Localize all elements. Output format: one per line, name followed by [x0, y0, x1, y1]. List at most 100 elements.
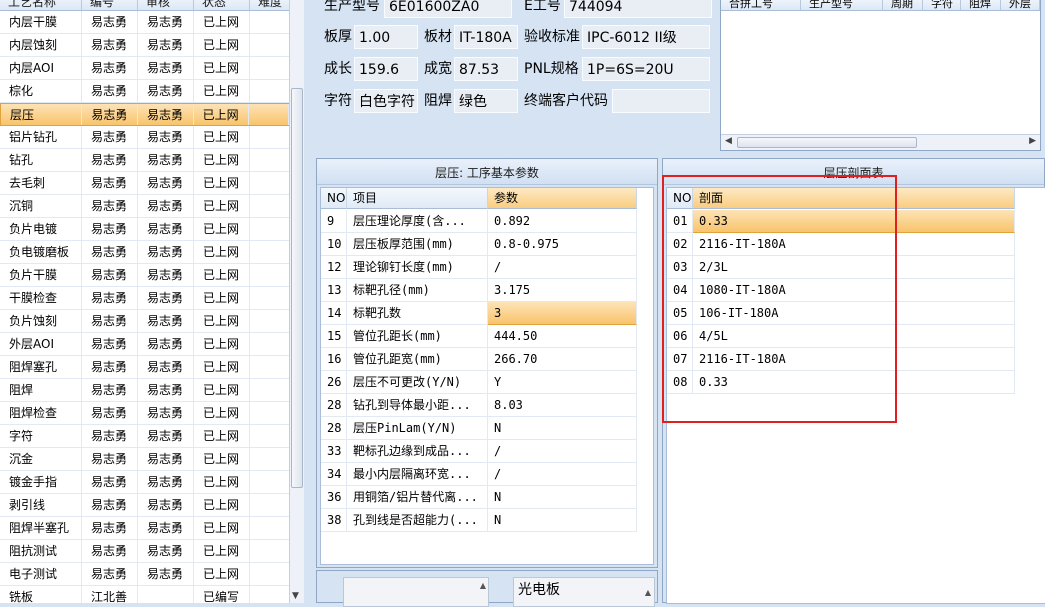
section-value: 1080-IT-180A: [693, 279, 1015, 302]
param-row[interactable]: 28 层压PinLam(Y/N) N: [321, 417, 637, 440]
mask-field[interactable]: 绿色: [454, 89, 518, 113]
section-row[interactable]: 01 0.33: [667, 210, 1015, 233]
width-field[interactable]: 87.53: [454, 57, 518, 81]
col-header-char[interactable]: 字符: [923, 0, 961, 10]
process-row[interactable]: 铣板 江北善 已编写: [0, 586, 289, 603]
process-row[interactable]: 镀金手指 易志勇 易志勇 已上网: [0, 471, 289, 494]
col-header-combined-job[interactable]: 合拼工号: [721, 0, 801, 10]
param-row[interactable]: 9 层压理论厚度(含... 0.892: [321, 210, 637, 233]
cell-review: 易志勇: [138, 425, 194, 447]
hscroll-thumb[interactable]: [737, 137, 917, 148]
process-row[interactable]: 负片干膜 易志勇 易志勇 已上网: [0, 264, 289, 287]
param-item: 管位孔距宽(mm): [347, 348, 488, 371]
section-row[interactable]: 02 2116-IT-180A: [667, 233, 1015, 256]
col-header-process[interactable]: 工艺名称: [0, 0, 82, 10]
col-header-code[interactable]: 编号: [82, 0, 138, 10]
scroll-right-arrow-icon[interactable]: ▶: [1029, 136, 1036, 146]
section-row[interactable]: 03 2/3L: [667, 256, 1015, 279]
process-row[interactable]: 铝片钻孔 易志勇 易志勇 已上网: [0, 126, 289, 149]
process-row[interactable]: 沉金 易志勇 易志勇 已上网: [0, 448, 289, 471]
col-header-section-no[interactable]: NO: [667, 188, 693, 209]
process-row[interactable]: 负电镀磨板 易志勇 易志勇 已上网: [0, 241, 289, 264]
param-row[interactable]: 28 钻孔到导体最小距... 8.03: [321, 394, 637, 417]
process-grid-scrollbar[interactable]: ▼: [289, 0, 304, 603]
param-row[interactable]: 12 理论铆钉长度(mm) /: [321, 256, 637, 279]
section-row[interactable]: 04 1080-IT-180A: [667, 279, 1015, 302]
process-row[interactable]: 层压 易志勇 易志勇 已上网: [0, 103, 289, 126]
process-row[interactable]: 干膜检查 易志勇 易志勇 已上网: [0, 287, 289, 310]
cell-process: 棕化: [0, 80, 82, 102]
pnl-field[interactable]: 1P=6S=20U: [582, 57, 710, 81]
param-row[interactable]: 36 用铜箔/铝片替代离... N: [321, 486, 637, 509]
process-row[interactable]: 负片蚀刻 易志勇 易志勇 已上网: [0, 310, 289, 333]
param-row[interactable]: 10 层压板厚范围(mm) 0.8-0.975: [321, 233, 637, 256]
param-row[interactable]: 33 靶标孔边缘到成品... /: [321, 440, 637, 463]
scrollbar-thumb[interactable]: [291, 88, 303, 488]
section-row[interactable]: 07 2116-IT-180A: [667, 348, 1015, 371]
process-row[interactable]: 字符 易志勇 易志勇 已上网: [0, 425, 289, 448]
cell-difficulty: [250, 563, 289, 585]
scroll-left-arrow-icon[interactable]: ◀: [725, 136, 732, 146]
process-row[interactable]: 内层干膜 易志勇 易志勇 已上网: [0, 11, 289, 34]
scroll-up-arrow-icon[interactable]: ▲: [480, 581, 486, 590]
col-header-section[interactable]: 剖面: [693, 188, 1015, 209]
combined-jobs-hscrollbar[interactable]: ◀ ▶: [721, 134, 1040, 150]
process-row[interactable]: 阻焊塞孔 易志勇 易志勇 已上网: [0, 356, 289, 379]
process-row[interactable]: 外层AOI 易志勇 易志勇 已上网: [0, 333, 289, 356]
pnl-label: PNL规格: [524, 61, 579, 77]
cell-difficulty: [250, 517, 289, 539]
process-row[interactable]: 钻孔 易志勇 易志勇 已上网: [0, 149, 289, 172]
scroll-up-arrow-icon[interactable]: ▲: [645, 581, 651, 605]
section-row[interactable]: 08 0.33: [667, 371, 1015, 394]
process-row[interactable]: 电子测试 易志勇 易志勇 已上网: [0, 563, 289, 586]
param-item: 靶标孔边缘到成品...: [347, 440, 488, 463]
col-header-difficulty[interactable]: 难度: [250, 0, 289, 10]
process-row[interactable]: 阻焊半塞孔 易志勇 易志勇 已上网: [0, 517, 289, 540]
process-row[interactable]: 内层AOI 易志勇 易志勇 已上网: [0, 57, 289, 80]
col-header-period[interactable]: 周期: [883, 0, 923, 10]
cell-review: 易志勇: [138, 172, 194, 194]
cell-status: 已上网: [194, 563, 250, 585]
model-field[interactable]: 6E01600ZA0: [384, 0, 512, 18]
thickness-field[interactable]: 1.00: [354, 25, 418, 49]
process-row[interactable]: 去毛刺 易志勇 易志勇 已上网: [0, 172, 289, 195]
param-value: /: [488, 463, 637, 486]
process-row[interactable]: 阻抗测试 易志勇 易志勇 已上网: [0, 540, 289, 563]
section-row[interactable]: 06 4/5L: [667, 325, 1015, 348]
section-row[interactable]: 05 106-IT-180A: [667, 302, 1015, 325]
col-header-item[interactable]: 项目: [347, 188, 488, 209]
col-header-model[interactable]: 生产型号: [801, 0, 883, 10]
param-row[interactable]: 26 层压不可更改(Y/N) Y: [321, 371, 637, 394]
param-row[interactable]: 16 管位孔距宽(mm) 266.70: [321, 348, 637, 371]
col-header-mask[interactable]: 阻焊: [961, 0, 1001, 10]
length-field[interactable]: 159.6: [354, 57, 418, 81]
col-header-param[interactable]: 参数: [488, 188, 637, 209]
process-row[interactable]: 剥引线 易志勇 易志勇 已上网: [0, 494, 289, 517]
col-header-outer[interactable]: 外层: [1001, 0, 1040, 10]
param-item: 层压PinLam(Y/N): [347, 417, 488, 440]
process-row[interactable]: 负片电镀 易志勇 易志勇 已上网: [0, 218, 289, 241]
param-row[interactable]: 14 标靶孔数 3: [321, 302, 637, 325]
process-row[interactable]: 内层蚀刻 易志勇 易志勇 已上网: [0, 34, 289, 57]
scroll-down-arrow-icon[interactable]: ▼: [292, 591, 299, 601]
process-row[interactable]: 阻焊 易志勇 易志勇 已上网: [0, 379, 289, 402]
process-row[interactable]: 沉铜 易志勇 易志勇 已上网: [0, 195, 289, 218]
col-header-no[interactable]: NO: [321, 188, 347, 209]
param-row[interactable]: 13 标靶孔径(mm) 3.175: [321, 279, 637, 302]
param-no: 13: [321, 279, 347, 302]
param-item: 管位孔距长(mm): [347, 325, 488, 348]
param-row[interactable]: 15 管位孔距长(mm) 444.50: [321, 325, 637, 348]
customer-field[interactable]: [612, 89, 710, 113]
standard-field[interactable]: IPC-6012 II级: [582, 25, 710, 49]
col-header-status[interactable]: 状态: [194, 0, 250, 10]
material-field[interactable]: IT-180A: [454, 25, 518, 49]
process-row[interactable]: 棕化 易志勇 易志勇 已上网: [0, 80, 289, 103]
param-row[interactable]: 38 孔到线是否超能力(... N: [321, 509, 637, 532]
col-header-review[interactable]: 审核: [138, 0, 194, 10]
cell-status: 已上网: [194, 126, 250, 148]
param-row[interactable]: 34 最小内层隔离环宽... /: [321, 463, 637, 486]
process-row[interactable]: 阻焊检查 易志勇 易志勇 已上网: [0, 402, 289, 425]
cell-difficulty: [249, 104, 289, 125]
e-no-field[interactable]: 744094: [564, 0, 712, 18]
char-field[interactable]: 白色字符: [354, 89, 418, 113]
